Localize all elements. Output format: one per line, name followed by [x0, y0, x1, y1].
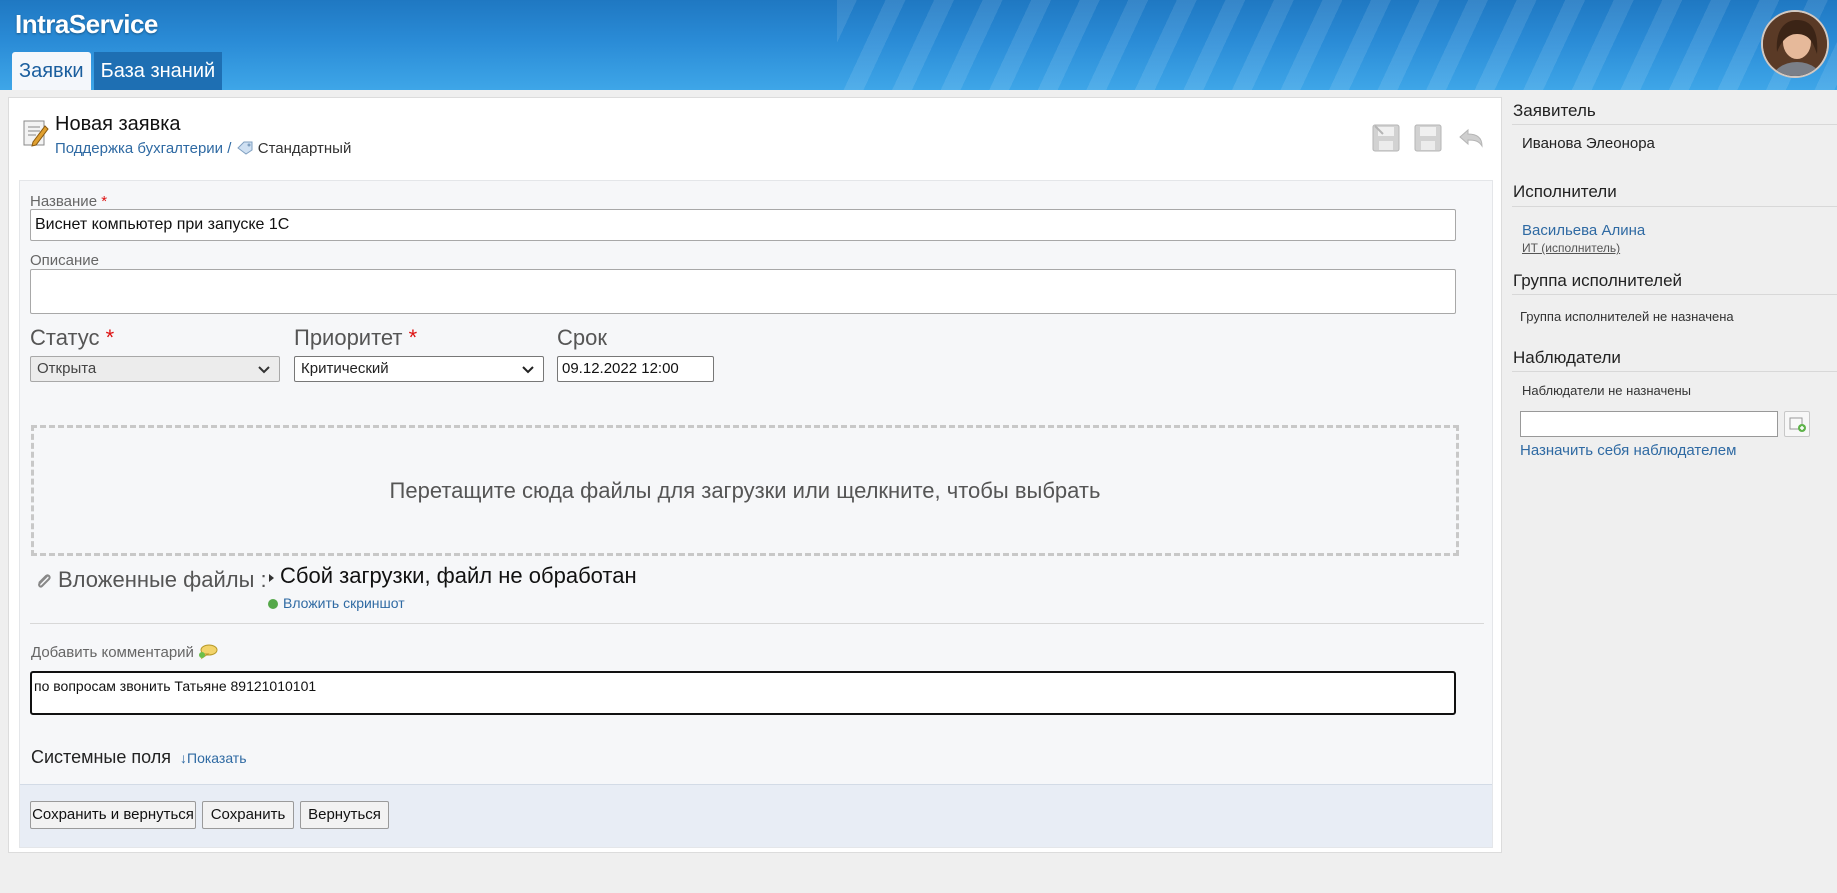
request-card: Новая заявка Поддержка бухгалтерии / Ста…	[8, 97, 1502, 853]
tab-requests[interactable]: Заявки	[12, 52, 91, 90]
upload-error-text: Сбой загрузки, файл не обработан	[280, 563, 637, 588]
save-button[interactable]: Сохранить	[202, 801, 294, 829]
paperclip-icon	[38, 574, 51, 588]
description-label: Описание	[30, 252, 100, 269]
executor-link[interactable]: Васильева Алина	[1522, 222, 1645, 239]
assign-self-observer-link[interactable]: Назначить себя наблюдателем	[1520, 442, 1736, 459]
name-input[interactable]: Виснет компьютер при запуске 1С	[30, 209, 1456, 241]
chevron-down-icon	[258, 366, 270, 374]
undo-icon[interactable]	[1455, 122, 1485, 154]
breadcrumb-service-link[interactable]: Поддержка бухгалтерии	[55, 140, 223, 157]
divider	[1512, 371, 1837, 372]
executor-role-link[interactable]: ИТ (исполнитель)	[1522, 241, 1620, 255]
form-actions-bar: Сохранить и вернуться Сохранить Вернутьс…	[20, 784, 1492, 847]
caret-right-icon[interactable]	[268, 573, 276, 583]
main-tabs: Заявки База знаний	[12, 52, 225, 90]
executors-heading: Исполнители	[1513, 182, 1617, 201]
observers-heading: Наблюдатели	[1513, 348, 1621, 367]
priority-select[interactable]: Критический	[294, 356, 544, 382]
sidebar: Заявитель Иванова Элеонора Исполнители В…	[1512, 97, 1837, 517]
section-divider	[30, 623, 1484, 624]
name-label: Название *	[30, 193, 108, 210]
add-user-icon	[1789, 417, 1806, 432]
comment-icon	[199, 644, 218, 660]
toolbar	[1371, 122, 1485, 154]
breadcrumb-type: Стандартный	[257, 140, 352, 157]
attachments-label: Вложенные файлы :	[58, 567, 267, 592]
app-header: IntraService Заявки База знаний	[0, 0, 1837, 90]
page-title: Новая заявка	[55, 113, 181, 135]
description-input[interactable]	[30, 269, 1456, 314]
file-dropzone[interactable]: Перетащите сюда файлы для загрузки или щ…	[31, 425, 1459, 556]
add-observer-button[interactable]	[1784, 411, 1810, 437]
show-system-fields-link[interactable]: ↓Показать	[180, 750, 247, 766]
tab-knowledge-base[interactable]: База знаний	[93, 52, 223, 90]
user-avatar[interactable]	[1761, 10, 1829, 78]
status-value: Открыта	[37, 360, 97, 377]
request-form: Название * Виснет компьютер при запуске …	[19, 180, 1493, 848]
priority-value: Критический	[301, 360, 389, 377]
divider	[1512, 294, 1837, 295]
chevron-down-icon	[522, 366, 534, 374]
app-logo[interactable]: IntraService	[15, 9, 158, 40]
priority-label: Приоритет *	[294, 325, 418, 350]
save-close-icon[interactable]	[1371, 122, 1401, 154]
save-icon[interactable]	[1413, 122, 1443, 154]
add-icon	[268, 599, 278, 609]
comment-input[interactable]: по вопросам звонить Татьяне 89121010101	[30, 671, 1456, 715]
observers-empty-text: Наблюдатели не назначены	[1522, 383, 1692, 398]
group-heading: Группа исполнителей	[1513, 271, 1683, 290]
requester-name: Иванова Элеонора	[1522, 135, 1655, 152]
status-label: Статус *	[30, 325, 115, 350]
attachments-row: Вложенные файлы : Сбой загрузки, файл не…	[32, 561, 932, 621]
breadcrumb-separator: /	[227, 140, 232, 157]
group-empty-text: Группа исполнителей не назначена	[1520, 309, 1734, 324]
return-button[interactable]: Вернуться	[300, 801, 389, 829]
attach-screenshot-link[interactable]: Вложить скриншот	[268, 595, 405, 611]
dropzone-text: Перетащите сюда файлы для загрузки или щ…	[389, 477, 1101, 503]
document-edit-icon	[23, 120, 49, 147]
divider	[1512, 206, 1837, 207]
status-select[interactable]: Открыта	[30, 356, 280, 382]
requester-heading: Заявитель	[1513, 101, 1596, 120]
divider	[1512, 124, 1837, 125]
system-fields: Системные поля ↓Показать	[31, 747, 247, 767]
deadline-input[interactable]: 09.12.2022 12:00	[557, 356, 714, 382]
comment-label: Добавить комментарий	[31, 644, 218, 661]
save-and-return-button[interactable]: Сохранить и вернуться	[30, 801, 196, 829]
breadcrumb: Поддержка бухгалтерии / Стандартный	[55, 140, 351, 157]
service-tag-icon	[236, 141, 253, 155]
deadline-label: Срок	[557, 325, 607, 350]
observer-search-input[interactable]	[1520, 411, 1778, 437]
